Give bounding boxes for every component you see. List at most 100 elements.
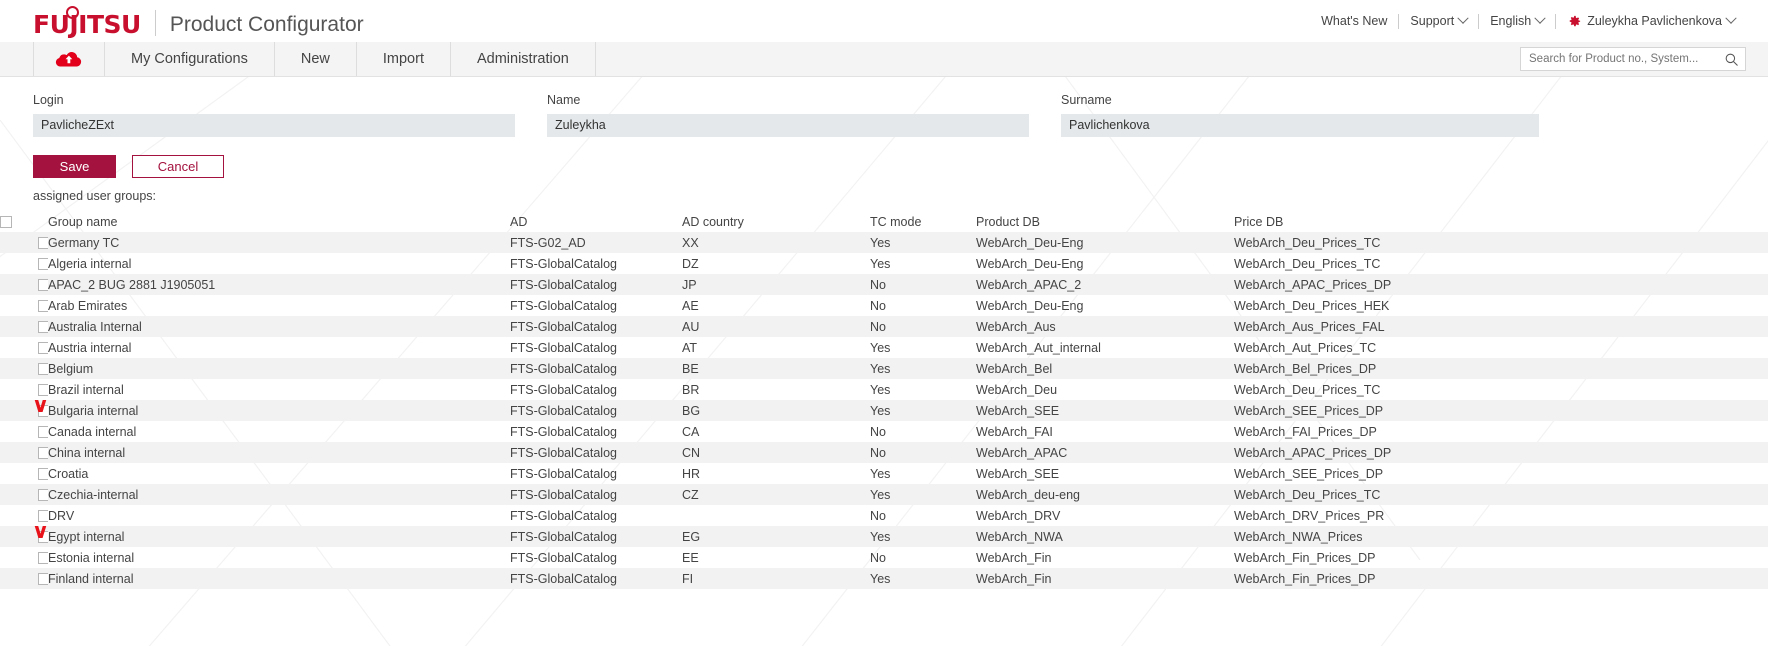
- cell-price-db: WebArch_SEE_Prices_DP: [1234, 466, 1384, 481]
- row-checkbox[interactable]: [38, 342, 48, 355]
- row-select-cell[interactable]: [0, 421, 48, 442]
- login-input[interactable]: [33, 114, 515, 137]
- cell-tc-mode: Yes: [870, 571, 891, 586]
- table-row[interactable]: China internal FTS-GlobalCatalog CN No WebAr…: [0, 442, 1768, 463]
- table-row[interactable]: Czechia-internal FTS-GlobalCatalog CZ Yes We…: [0, 484, 1768, 505]
- cell-price-db: WebArch_Bel_Prices_DP: [1234, 361, 1377, 376]
- row-checkbox[interactable]: [38, 447, 48, 460]
- cell-ad-country: AT: [682, 340, 698, 355]
- row-checkbox[interactable]: [38, 489, 48, 502]
- row-select-cell[interactable]: V: [0, 400, 48, 421]
- column-header-group-name[interactable]: Group name: [48, 211, 510, 232]
- whats-new-link[interactable]: What's New: [1310, 14, 1398, 28]
- nav-item-new[interactable]: New: [273, 42, 356, 76]
- row-select-cell[interactable]: [0, 463, 48, 484]
- row-select-cell[interactable]: [0, 253, 48, 274]
- cell-ad-country: [682, 505, 870, 526]
- row-select-cell[interactable]: [0, 358, 48, 379]
- row-select-cell[interactable]: [0, 274, 48, 295]
- cancel-button[interactable]: Cancel: [132, 155, 224, 178]
- page-title: Product Configurator: [169, 12, 364, 36]
- row-select-cell[interactable]: [0, 337, 48, 358]
- cell-ad: FTS-GlobalCatalog: [510, 529, 617, 544]
- row-checkbox[interactable]: [38, 552, 48, 565]
- language-label: English: [1490, 14, 1532, 28]
- save-button[interactable]: Save: [33, 155, 116, 178]
- row-select-cell[interactable]: [0, 295, 48, 316]
- table-row[interactable]: V Bulgaria internal FTS-GlobalCatalog BG Yes…: [0, 400, 1768, 421]
- row-checkbox[interactable]: [38, 510, 48, 523]
- column-header-tc-mode[interactable]: TC mode: [870, 211, 976, 232]
- row-checkbox[interactable]: [38, 405, 48, 418]
- table-row[interactable]: Australia Internal FTS-GlobalCatalog AU No W…: [0, 316, 1768, 337]
- login-field-group: Login: [33, 93, 515, 137]
- row-checkbox[interactable]: [38, 531, 48, 544]
- row-checkbox[interactable]: [38, 426, 48, 439]
- row-checkbox[interactable]: [38, 237, 48, 250]
- column-header-price-db[interactable]: Price DB: [1234, 211, 1768, 232]
- row-select-cell[interactable]: [0, 316, 48, 337]
- cell-ad-country: JP: [682, 277, 697, 292]
- cell-ad-country: AU: [682, 319, 700, 334]
- cell-ad: FTS-GlobalCatalog: [510, 424, 617, 439]
- table-row[interactable]: APAC_2 BUG 2881 J1905051 FTS-GlobalCatalo…: [0, 274, 1768, 295]
- search-icon[interactable]: [1724, 52, 1739, 67]
- cell-group-name: Canada internal: [48, 424, 137, 439]
- nav-home-button[interactable]: [33, 42, 104, 76]
- column-header-product-db[interactable]: Product DB: [976, 211, 1234, 232]
- select-all-checkbox[interactable]: [0, 216, 12, 229]
- search-input[interactable]: [1529, 53, 1724, 65]
- table-row[interactable]: Germany TC FTS-G02_AD XX Yes WebArch_Deu-Eng…: [0, 232, 1768, 253]
- table-row[interactable]: Estonia internal FTS-GlobalCatalog EE No Web…: [0, 547, 1768, 568]
- surname-input[interactable]: [1061, 114, 1539, 137]
- table-row[interactable]: V Egypt internal FTS-GlobalCatalog EG Yes Web…: [0, 526, 1768, 547]
- row-checkbox[interactable]: [38, 384, 48, 397]
- nav-item-import[interactable]: Import: [355, 42, 450, 76]
- row-select-cell[interactable]: [0, 232, 48, 253]
- main-navigation-bar: My Configurations New Import Administrat…: [0, 42, 1768, 77]
- cell-ad-country: BE: [682, 361, 699, 376]
- select-all-cell[interactable]: [0, 211, 48, 232]
- language-menu[interactable]: English: [1479, 12, 1555, 28]
- row-select-cell[interactable]: [0, 568, 48, 589]
- row-select-cell[interactable]: [0, 379, 48, 400]
- table-row[interactable]: Belgium FTS-GlobalCatalog BE Yes WebArch_Bel…: [0, 358, 1768, 379]
- user-menu[interactable]: Zuleykha Pavlichenkova: [1556, 12, 1746, 29]
- row-select-cell[interactable]: [0, 505, 48, 526]
- nav-item-administration[interactable]: Administration: [449, 42, 596, 76]
- cell-product-db: WebArch_Fin: [976, 550, 1052, 565]
- nav-item-my-configurations[interactable]: My Configurations: [104, 42, 274, 76]
- row-select-cell[interactable]: [0, 547, 48, 568]
- table-row[interactable]: Canada internal FTS-GlobalCatalog CA No WebA…: [0, 421, 1768, 442]
- row-checkbox[interactable]: [38, 300, 48, 313]
- table-row[interactable]: Finland internal FTS-GlobalCatalog FI Yes We…: [0, 568, 1768, 589]
- row-checkbox[interactable]: [38, 573, 48, 586]
- surname-field-group: Surname: [1061, 93, 1539, 137]
- column-header-ad[interactable]: AD: [510, 211, 682, 232]
- nav-label: Administration: [476, 51, 569, 67]
- table-row[interactable]: DRV FTS-GlobalCatalog No WebArch_DRV WebArch…: [0, 505, 1768, 526]
- row-checkbox[interactable]: [38, 258, 48, 271]
- row-select-cell[interactable]: V: [0, 526, 48, 547]
- name-input[interactable]: [547, 114, 1029, 137]
- table-row[interactable]: Brazil internal FTS-GlobalCatalog BR Yes Web…: [0, 379, 1768, 400]
- table-row[interactable]: Austria internal FTS-GlobalCatalog AT Yes We…: [0, 337, 1768, 358]
- row-checkbox[interactable]: [38, 321, 48, 334]
- top-header-bar: FUJITSU Product Configurator What's New …: [0, 0, 1768, 42]
- row-checkbox[interactable]: [38, 279, 48, 292]
- row-select-cell[interactable]: [0, 442, 48, 463]
- cell-price-db: WebArch_APAC_Prices_DP: [1234, 277, 1392, 292]
- row-select-cell[interactable]: [0, 484, 48, 505]
- table-row[interactable]: Algeria internal FTS-GlobalCatalog DZ Yes We…: [0, 253, 1768, 274]
- cell-group-name: Germany TC: [48, 235, 120, 250]
- row-checkbox[interactable]: [38, 363, 48, 376]
- row-checkbox[interactable]: [38, 468, 48, 481]
- cell-price-db: WebArch_DRV_Prices_PR: [1234, 508, 1385, 523]
- support-menu[interactable]: Support: [1399, 12, 1478, 28]
- table-row[interactable]: Croatia FTS-GlobalCatalog HR Yes WebArch_SEE…: [0, 463, 1768, 484]
- cell-group-name: Algeria internal: [48, 256, 132, 271]
- column-header-ad-country[interactable]: AD country: [682, 211, 870, 232]
- search-box[interactable]: [1520, 47, 1746, 71]
- table-row[interactable]: Arab Emirates FTS-GlobalCatalog AE No WebArc…: [0, 295, 1768, 316]
- cell-ad-country: XX: [682, 235, 699, 250]
